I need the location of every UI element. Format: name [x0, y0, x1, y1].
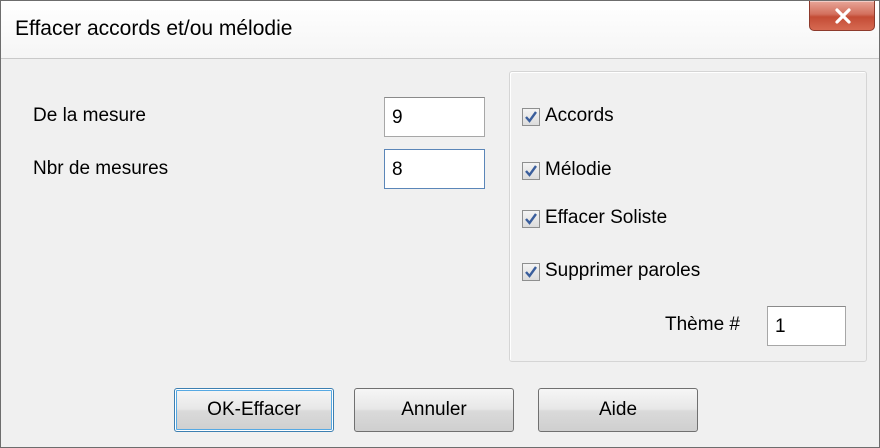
window-title: Effacer accords et/ou mélodie	[15, 17, 293, 40]
chords-label: Accords	[545, 105, 614, 126]
bar-count-input[interactable]: 8	[384, 149, 485, 189]
close-button[interactable]	[809, 1, 875, 31]
title-bar[interactable]: Effacer accords et/ou mélodie	[1, 1, 879, 59]
melody-checkbox-box[interactable]	[522, 162, 540, 180]
melody-label: Mélodie	[545, 159, 612, 180]
theme-input[interactable]: 1	[767, 306, 846, 346]
dialog-window: Effacer accords et/ou mélodie De la mesu…	[0, 0, 880, 448]
close-icon	[835, 8, 851, 24]
lyrics-label: Supprimer paroles	[545, 260, 701, 281]
checkmark-icon	[525, 165, 537, 177]
cancel-button[interactable]: Annuler	[354, 388, 514, 432]
checkmark-icon	[525, 213, 537, 225]
theme-label: Thème #	[665, 314, 740, 335]
start-bar-input[interactable]: 9	[384, 97, 485, 137]
checkmark-icon	[525, 111, 537, 123]
lyrics-checkbox-box[interactable]	[522, 263, 540, 281]
soloist-label: Effacer Soliste	[545, 207, 668, 228]
checkmark-icon	[525, 266, 537, 278]
ok-erase-button[interactable]: OK-Effacer	[174, 388, 334, 432]
help-button[interactable]: Aide	[538, 388, 698, 432]
chords-checkbox-box[interactable]	[522, 108, 540, 126]
bar-count-label: Nbr de mesures	[33, 158, 169, 179]
soloist-checkbox-box[interactable]	[522, 210, 540, 228]
start-bar-label: De la mesure	[33, 105, 146, 126]
